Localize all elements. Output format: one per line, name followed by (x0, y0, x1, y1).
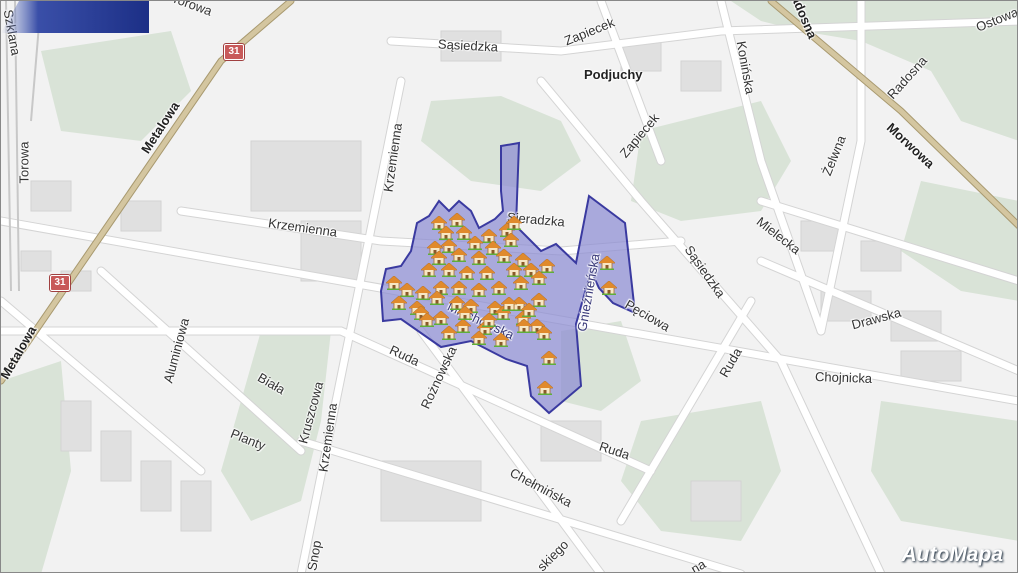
street-label: Sąsiedzka (437, 36, 499, 55)
street-label: Torowa (16, 141, 32, 184)
house-icon[interactable] (438, 226, 454, 240)
house-icon[interactable] (541, 351, 557, 365)
house-icon[interactable] (503, 233, 519, 247)
logo-text: AutoMapa (901, 543, 1004, 566)
house-icon[interactable] (506, 216, 522, 230)
house-icon[interactable] (451, 281, 467, 295)
house-icon[interactable] (451, 248, 467, 262)
map-canvas[interactable]: 31 31 Torowa Szklana Torowa Metalowa Met… (0, 0, 1018, 573)
house-icon[interactable] (471, 251, 487, 265)
house-icon[interactable] (516, 319, 532, 333)
house-icon[interactable] (537, 381, 553, 395)
house-icon[interactable] (455, 319, 471, 333)
house-icon[interactable] (513, 276, 529, 290)
house-icon[interactable] (506, 263, 522, 277)
house-icon[interactable] (441, 326, 457, 340)
house-icon[interactable] (521, 303, 537, 317)
house-icon[interactable] (391, 296, 407, 310)
house-icon[interactable] (459, 266, 475, 280)
road-shield-31: 31 (224, 44, 244, 60)
house-icon[interactable] (479, 266, 495, 280)
house-icon[interactable] (501, 297, 517, 311)
road-shield-31: 31 (50, 275, 70, 291)
place-label: Podjuchy (584, 67, 643, 82)
map-base (1, 1, 1017, 572)
house-icon[interactable] (429, 291, 445, 305)
house-icon[interactable] (433, 311, 449, 325)
house-icon[interactable] (496, 249, 512, 263)
logo-background (1, 1, 149, 33)
house-icon[interactable] (421, 263, 437, 277)
house-icon[interactable] (601, 281, 617, 295)
house-icon[interactable] (471, 283, 487, 297)
house-icon[interactable] (399, 283, 415, 297)
house-icon[interactable] (531, 271, 547, 285)
house-icon[interactable] (491, 281, 507, 295)
house-icon[interactable] (419, 313, 435, 327)
street-label: Chojnicka (814, 369, 873, 386)
house-icon[interactable] (457, 306, 473, 320)
house-icon[interactable] (493, 333, 509, 347)
house-icon[interactable] (481, 313, 497, 327)
house-icon[interactable] (536, 326, 552, 340)
house-icon[interactable] (467, 236, 483, 250)
house-icon[interactable] (449, 213, 465, 227)
house-icon[interactable] (441, 263, 457, 277)
house-icon[interactable] (599, 256, 615, 270)
house-icon[interactable] (471, 331, 487, 345)
